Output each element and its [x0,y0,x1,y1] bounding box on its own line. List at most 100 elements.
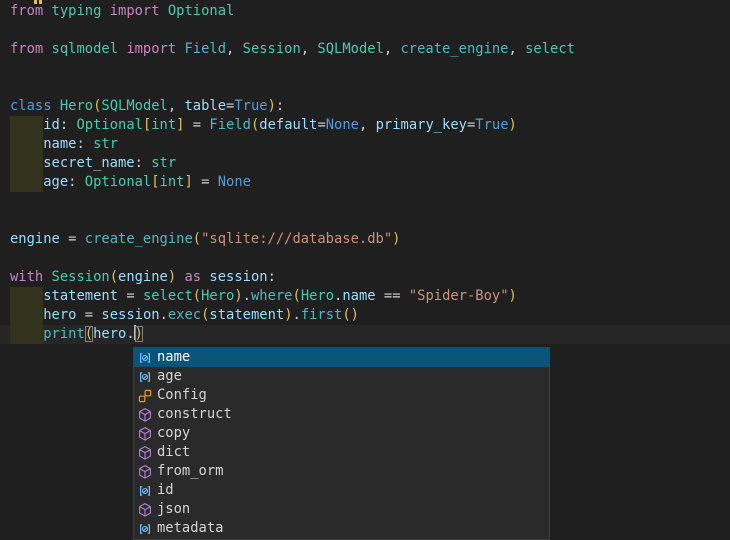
code-token [76,231,84,247]
code-line[interactable]: class Hero(SQLModel, table=True): [0,97,730,116]
code-token: "sqlite:///database.db" [201,231,392,247]
autocomplete-item-copy[interactable]: copy [134,424,549,443]
indent-guide-highlight [10,173,43,192]
code-line[interactable]: age: Optional[int] = None [0,173,730,192]
code-token: ( [193,288,201,304]
indent-guide-highlight [10,116,43,135]
code-token: ( [110,269,118,285]
code-token [376,288,384,304]
code-token: ) [135,326,143,342]
code-token: name [342,288,375,304]
code-line[interactable]: id: Optional[int] = Field(default=None, … [0,116,730,135]
code-token: : [276,98,284,114]
autocomplete-item-id[interactable]: id [134,481,549,500]
code-line[interactable]: print(hero.) [0,325,730,344]
autocomplete-item-construct[interactable]: construct [134,405,549,424]
code-line[interactable] [0,78,730,97]
code-line[interactable]: hero = session.exec(statement).first() [0,306,730,325]
code-token: select [525,41,575,57]
indent-guide-highlight [10,287,43,306]
code-token: Session [243,41,301,57]
code-token: engine [10,231,60,247]
code-token: from [10,41,43,57]
autocomplete-item-label: json [157,500,190,519]
autocomplete-item-from_orm[interactable]: from_orm [134,462,549,481]
code-token: , [508,41,525,57]
code-token: , [301,41,318,57]
code-token: : [68,174,85,190]
code-token: Field [184,41,226,57]
code-token: , [384,41,401,57]
code-token: typing [52,3,102,19]
code-token: session [209,269,267,285]
code-line[interactable] [0,59,730,78]
autocomplete-item-age[interactable]: age [134,367,549,386]
code-token: Hero [60,98,93,114]
autocomplete-item-name[interactable]: name [134,348,549,367]
autocomplete-item-dict[interactable]: dict [134,443,549,462]
autocomplete-item-label: name [157,348,190,367]
indent-guide-highlight [10,135,43,154]
indent-guide-highlight [10,325,43,344]
code-line[interactable] [0,21,730,40]
code-token [43,269,51,285]
code-token [101,3,109,19]
code-token: secret_name [43,155,134,171]
symbol-class-icon [137,388,153,404]
code-token: Optional [76,117,142,133]
code-token: None [326,117,359,133]
code-token: as [184,269,201,285]
autocomplete-item-Config[interactable]: Config [134,386,549,405]
code-token: Optional [85,174,151,190]
symbol-variable-icon [137,521,153,537]
autocomplete-item-label: age [157,367,182,386]
symbol-variable-icon [137,483,153,499]
code-line[interactable] [0,192,730,211]
code-token: True [475,117,508,133]
code-line[interactable] [0,211,730,230]
code-token: session [101,307,159,323]
code-token: with [10,269,43,285]
code-line[interactable]: statement = select(Hero).where(Hero.name… [0,287,730,306]
code-token: ] [184,174,192,190]
code-token: = [85,307,93,323]
code-token: create_engine [401,41,509,57]
code-token: ) [509,117,517,133]
code-token: statement [209,307,284,323]
code-token: import [110,3,160,19]
code-token: . [160,307,168,323]
code-line[interactable]: name: str [0,135,730,154]
code-token: ( [85,326,93,342]
code-line[interactable]: with Session(engine) as session: [0,268,730,287]
code-token: True [234,98,267,114]
code-line[interactable]: from typing import Optional [0,2,730,21]
code-line[interactable] [0,249,730,268]
code-line[interactable]: engine = create_engine("sqlite:///databa… [0,230,730,249]
code-line[interactable]: secret_name: str [0,154,730,173]
code-token: Session [52,269,110,285]
autocomplete-item-json[interactable]: json [134,500,549,519]
autocomplete-item-metadata[interactable]: metadata [134,519,549,538]
code-token: = [126,288,134,304]
code-token [76,307,84,323]
autocomplete-item-label: dict [157,443,190,462]
code-token: "Spider-Boy" [409,288,509,304]
code-token: exec [168,307,201,323]
code-token: name [43,136,76,152]
code-line[interactable]: from sqlmodel import Field, Session, SQL… [0,40,730,59]
symbol-method-icon [137,464,153,480]
autocomplete-popup[interactable]: nameageConfigconstructcopydictfrom_ormid… [133,347,550,540]
code-token: statement [43,288,118,304]
autocomplete-item-label: from_orm [157,462,223,481]
indent-guide-highlight [10,306,43,325]
autocomplete-item-label: metadata [157,519,223,538]
code-token: print [43,326,85,342]
symbol-method-icon [137,426,153,442]
code-token: from [10,3,43,19]
code-token: : [76,136,93,152]
code-token: [ [151,174,159,190]
code-token: first [301,307,343,323]
code-token: id [43,117,60,133]
code-token: ) [509,288,517,304]
code-token [209,174,217,190]
